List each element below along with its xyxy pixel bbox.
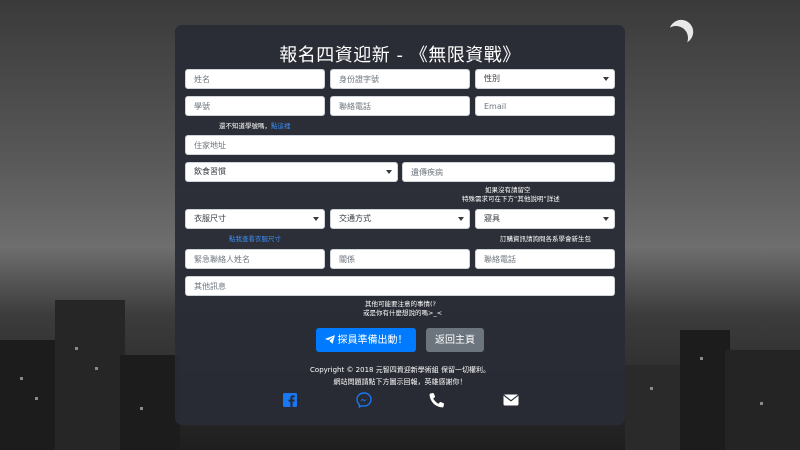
moon — [661, 23, 692, 54]
signup-panel: 報名四資迎新 - 《無限資戰》 性別 還不知道學號嗎，點這裡 飲食習慣 如果沒有… — [175, 25, 625, 425]
contact-note: 網站問題請點下方圖示回報，英雄感謝你！ — [333, 378, 467, 386]
back-home-button[interactable]: 返回主頁 — [426, 328, 484, 352]
illness-note-line2: 特殊需求可在下方”其他說明”詳述 — [462, 195, 560, 203]
messenger-icon[interactable] — [355, 392, 373, 408]
submit-button[interactable]: 探員準備出動！ — [316, 328, 416, 352]
address-input[interactable] — [185, 135, 615, 155]
bedding-note: 訂購資訊請詢問各系學會新生包 — [500, 235, 591, 243]
chevron-down-icon — [603, 217, 609, 221]
bedding-select-value: 寢具 — [484, 214, 500, 223]
clothing-size-select[interactable]: 衣服尺寸 — [185, 209, 325, 229]
emergency-phone-input[interactable] — [475, 249, 615, 269]
diet-select[interactable]: 飲食習慣 — [185, 162, 398, 182]
diet-select-value: 飲食習慣 — [194, 167, 226, 176]
emergency-contact-name-input[interactable] — [185, 249, 325, 269]
form-title: 報名四資迎新 - 《無限資戰》 — [279, 45, 521, 66]
chevron-down-icon — [386, 170, 392, 174]
chevron-down-icon — [313, 217, 319, 221]
facebook-icon[interactable] — [281, 392, 299, 408]
chevron-down-icon — [603, 77, 609, 81]
id-number-input[interactable] — [330, 69, 470, 89]
phone-icon[interactable] — [428, 392, 446, 408]
clothing-size-value: 衣服尺寸 — [194, 214, 226, 223]
student-id-input[interactable] — [185, 96, 325, 116]
student-id-hint-text: 還不知道學號嗎， — [219, 122, 271, 130]
bedding-select[interactable]: 寢具 — [475, 209, 615, 229]
gender-select[interactable]: 性別 — [475, 69, 615, 89]
submit-button-label: 探員準備出動！ — [337, 335, 408, 346]
other-note-line2: 或是你有什麼想說的嗎>_< — [363, 309, 443, 317]
illness-input[interactable] — [402, 162, 615, 182]
clothing-size-link[interactable]: 點我查看衣服尺寸 — [229, 233, 281, 243]
paper-plane-icon — [324, 335, 335, 344]
gender-select-value: 性別 — [484, 74, 500, 83]
phone-input[interactable] — [330, 96, 470, 116]
student-id-hint: 還不知道學號嗎，點這裡 — [219, 120, 291, 130]
envelope-icon[interactable] — [502, 392, 520, 408]
name-input[interactable] — [185, 69, 325, 89]
student-id-hint-link[interactable]: 點這裡 — [271, 122, 291, 130]
copyright-text: Copyright © 2018 元智四資迎新學術組 保留一切權利。 — [310, 366, 490, 374]
transport-select-value: 交通方式 — [339, 214, 371, 223]
other-message-input[interactable] — [185, 276, 615, 296]
transport-select[interactable]: 交通方式 — [330, 209, 470, 229]
email-input[interactable] — [475, 96, 615, 116]
chevron-down-icon — [458, 217, 464, 221]
relation-input[interactable] — [330, 249, 470, 269]
